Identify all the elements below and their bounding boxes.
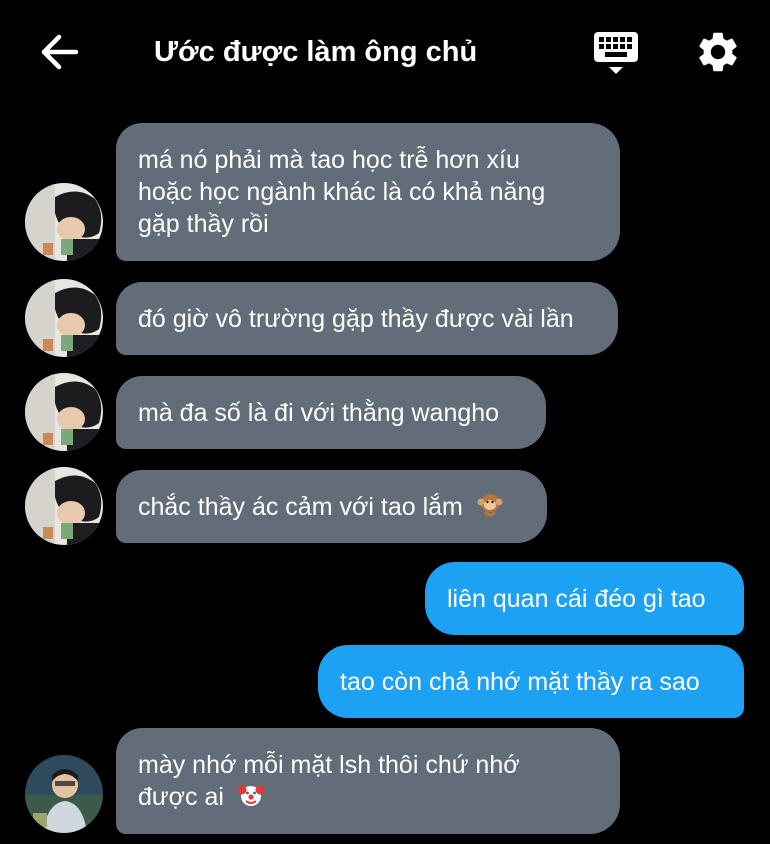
clown-emoji-icon (237, 785, 265, 806)
message-text: đó giờ vô trường gặp thầy được vài lần (138, 304, 574, 333)
message-text: mà đa số là đi với thằng wangho (138, 398, 500, 427)
message-text: chắc thầy ác cảm với tao lắm (138, 492, 463, 521)
settings-button[interactable] (694, 28, 742, 76)
message-text: liên quan cái đéo gì tao (447, 584, 706, 613)
avatar[interactable] (25, 467, 103, 545)
message-text: hoặc học ngành khác là có khả năng (138, 178, 546, 206)
message-text: gặp thầy rồi (138, 210, 269, 238)
message-text: được ai (138, 783, 224, 811)
avatar-photo (25, 183, 103, 261)
monkey-emoji-icon (477, 493, 503, 516)
message-bubble-incoming[interactable]: đó giờ vô trường gặp thầy được vài lần (116, 282, 618, 355)
message-bubble-incoming[interactable]: má nó phải mà tao học trễ hơn xíu hoặc h… (116, 123, 620, 261)
keyboard-button[interactable] (592, 30, 642, 78)
avatar-photo (25, 755, 103, 833)
conversation-title: Ước được làm ông chủ (154, 36, 478, 68)
message-text: má nó phải mà tao học trễ hơn xíu (138, 146, 520, 174)
back-button[interactable] (36, 30, 84, 74)
message-text: mày nhớ mỗi mặt lsh thôi chứ nhớ (138, 751, 520, 779)
message-bubble-outgoing[interactable]: tao còn chả nhớ mặt thầy ra sao (318, 645, 744, 718)
message-bubble-outgoing[interactable]: liên quan cái đéo gì tao (425, 562, 744, 635)
avatar[interactable] (25, 183, 103, 261)
avatar-photo (25, 279, 103, 357)
avatar[interactable] (25, 279, 103, 357)
message-text: tao còn chả nhớ mặt thầy ra sao (340, 667, 700, 696)
message-bubble-incoming[interactable]: mày nhớ mỗi mặt lsh thôi chứ nhớ được ai (116, 728, 620, 834)
avatar-photo (25, 467, 103, 545)
message-bubble-incoming[interactable]: chắc thầy ác cảm với tao lắm (116, 470, 547, 543)
avatar[interactable] (25, 755, 103, 833)
gear-icon (699, 32, 737, 72)
chat-header: Ước được làm ông chủ (0, 0, 770, 104)
arrow-left-icon (41, 34, 79, 70)
message-bubble-incoming[interactable]: mà đa số là đi với thằng wangho (116, 376, 546, 449)
keyboard-icon (594, 32, 638, 74)
avatar-photo (25, 373, 103, 451)
avatar[interactable] (25, 373, 103, 451)
